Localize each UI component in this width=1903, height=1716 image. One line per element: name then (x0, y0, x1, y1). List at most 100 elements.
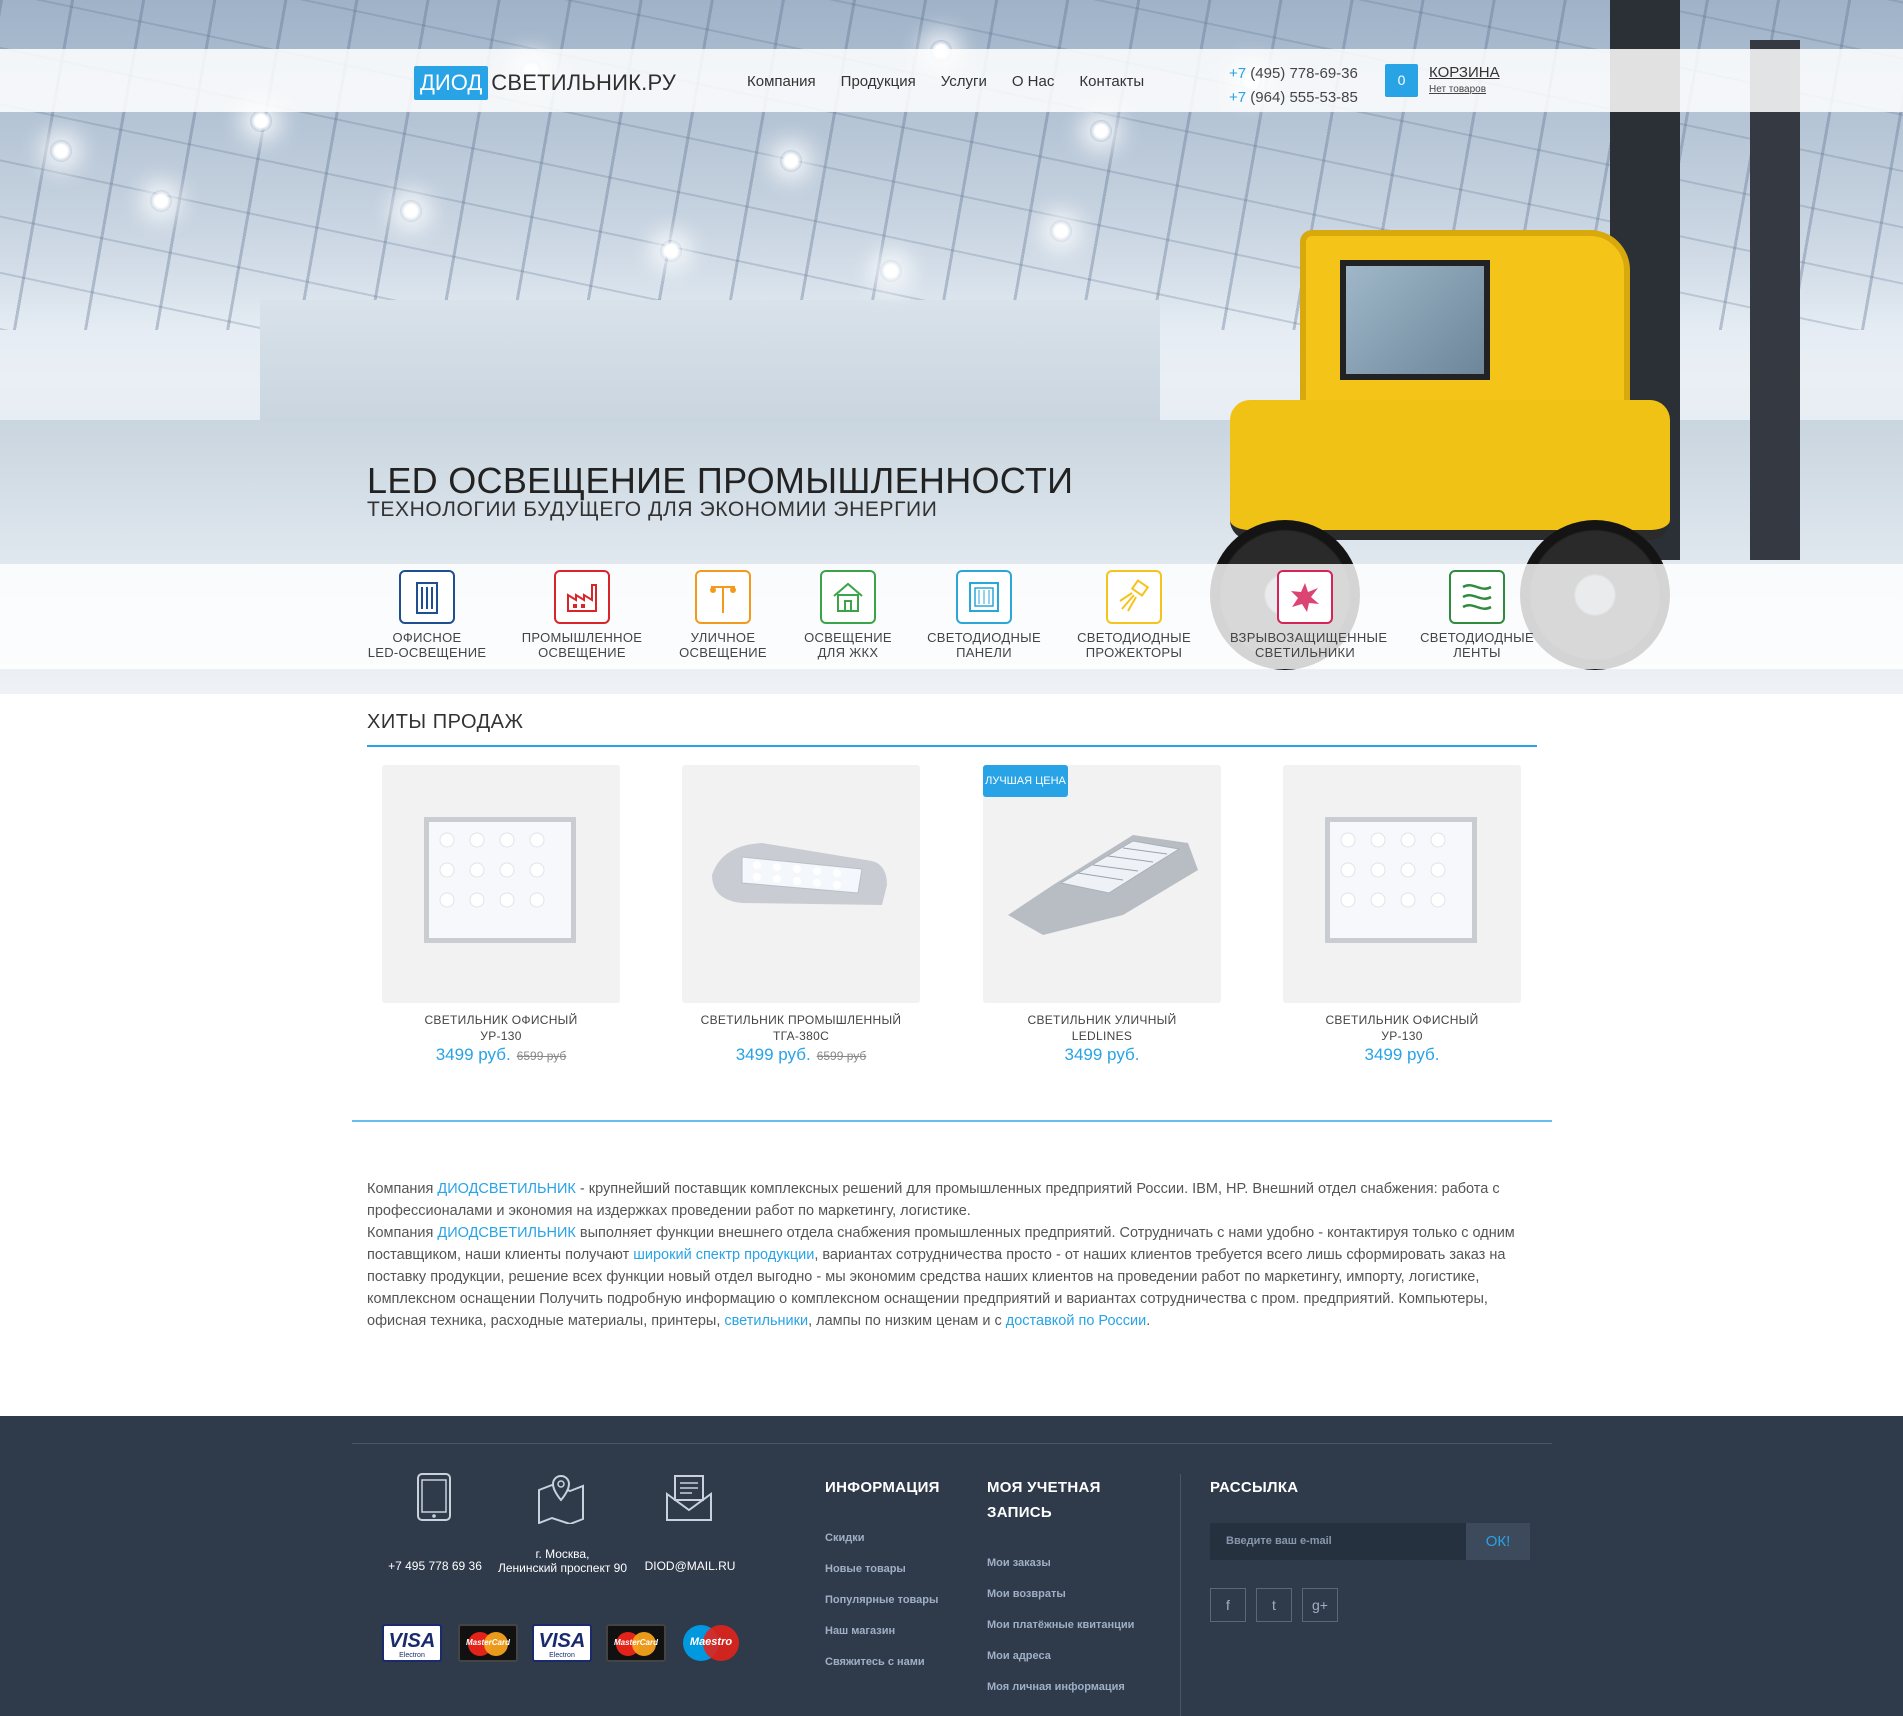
category-label: ВЗРЫВОЗАЩИЩЕННЫЕ СВЕТИЛЬНИКИ (1230, 630, 1388, 660)
category-strips[interactable]: СВЕТОДИОДНЫЕ ЛЕНТЫ (1402, 570, 1552, 660)
newsletter-email-input[interactable]: Введите ваш e-mail (1210, 1523, 1466, 1560)
category-label: ОСВЕЩЕНИЕ ДЛЯ ЖКХ (804, 630, 892, 660)
cart-link[interactable]: КОРЗИНА (1429, 64, 1500, 81)
led-strip-icon (1449, 570, 1505, 624)
nav-company[interactable]: Компания (747, 72, 816, 92)
footer-divider (352, 1443, 1552, 1444)
house-icon (820, 570, 876, 624)
logo-text: СВЕТИЛЬНИК.РУ (491, 70, 677, 95)
product-name[interactable]: СВЕТИЛЬНИК ПРОМЫШЛЕННЫЙ ТГА-380С (682, 1012, 920, 1044)
old-price: 6599 руб (816, 1049, 867, 1063)
hero-subtitle: ТЕХНОЛОГИИ БУДУЩЕГО ДЛЯ ЭКОНОМИИ ЭНЕРГИИ (367, 498, 938, 521)
category-label: ПРОМЫШЛЕННОЕ ОСВЕЩЕНИЕ (521, 630, 643, 660)
visa-electron-logo: VISA Electron (382, 1624, 442, 1662)
ceiling-light (150, 190, 172, 212)
google-plus-icon[interactable]: g+ (1302, 1588, 1338, 1622)
category-label: СВЕТОДИОДНЫЕ ПРОЖЕКТОРЫ (1077, 630, 1191, 660)
footer-address: г. Москва, Ленинский проспект 90 (497, 1547, 628, 1575)
floodlight-icon (1106, 570, 1162, 624)
mastercard-logo: MasterCard (606, 1624, 666, 1662)
product-image (712, 843, 887, 905)
best-price-badge: ЛУЧШАЯ ЦЕНА (983, 765, 1068, 797)
footer-phone[interactable]: +7 495 778 69 36 (380, 1559, 490, 1573)
account-heading: МОЯ УЧЕТНАЯ ЗАПИСЬ (987, 1479, 1101, 1521)
explosion-icon (1277, 570, 1333, 624)
hero-title: LED ОСВЕЩЕНИЕ ПРОМЫШЛЕННОСТИ (367, 460, 1074, 501)
tablet-icon (417, 1473, 451, 1521)
ceiling-light (660, 240, 682, 262)
category-housing[interactable]: ОСВЕЩЕНИЕ ДЛЯ ЖКХ (773, 570, 923, 660)
nav-about[interactable]: О Нас (1012, 72, 1055, 92)
category-industrial[interactable]: ПРОМЫШЛЕННОЕ ОСВЕЩЕНИЕ (507, 570, 657, 660)
map-pin-icon (538, 1474, 584, 1524)
ceiling-light (250, 110, 272, 132)
hall-wall-image (260, 300, 1160, 440)
footer-email[interactable]: DIOD@MAIL.RU (640, 1559, 740, 1573)
category-panels[interactable]: СВЕТОДИОДНЫЕ ПАНЕЛИ (909, 570, 1059, 660)
product-card[interactable] (1283, 765, 1521, 1003)
product-price: 3499 руб. (1064, 1045, 1140, 1064)
twitter-icon[interactable]: t (1256, 1588, 1292, 1622)
category-label: СВЕТОДИОДНЫЕ ЛЕНТЫ (1420, 630, 1534, 660)
logo-box: ДИОД (414, 66, 489, 100)
ceiling-light (780, 150, 802, 172)
footer-vertical-divider (1180, 1474, 1181, 1716)
product-name[interactable]: СВЕТИЛЬНИК ОФИСНЫЙ УР-130 (382, 1012, 620, 1044)
section-divider (352, 1120, 1552, 1122)
footer-link-personal[interactable]: Моя личная информация (987, 1681, 1125, 1693)
lamps-link[interactable]: светильники (724, 1313, 808, 1329)
nav-products[interactable]: Продукция (841, 72, 916, 92)
footer-link-discounts[interactable]: Скидки (825, 1532, 864, 1544)
phone-2[interactable]: +7 (964) 555-53-85 (1229, 86, 1358, 110)
cart-status[interactable]: Нет товаров (1429, 84, 1486, 95)
mail-icon (666, 1475, 712, 1521)
product-card[interactable] (382, 765, 620, 1003)
footer (0, 1416, 1903, 1716)
old-price: 6599 руб (516, 1049, 567, 1063)
phone-1[interactable]: +7 (495) 778-69-36 (1229, 62, 1358, 86)
category-floodlights[interactable]: СВЕТОДИОДНЫЕ ПРОЖЕКТОРЫ (1059, 570, 1209, 660)
cart-count-badge[interactable]: 0 (1385, 64, 1418, 97)
delivery-link[interactable]: доставкой по России (1006, 1313, 1146, 1329)
product-price: 3499 руб. 6599 руб (435, 1045, 567, 1064)
mastercard-logo: MasterCard (458, 1624, 518, 1662)
office-building-icon (399, 570, 455, 624)
product-range-link[interactable]: широкий спектр продукции (633, 1247, 814, 1263)
footer-link-shop[interactable]: Наш магазин (825, 1625, 895, 1637)
facebook-icon[interactable]: f (1210, 1588, 1246, 1622)
site-logo[interactable]: ДИОД СВЕТИЛЬНИК.РУ (414, 66, 676, 100)
product-image (1325, 817, 1477, 943)
footer-link-popular[interactable]: Популярные товары (825, 1594, 938, 1606)
product-name[interactable]: СВЕТИЛЬНИК ОФИСНЫЙ УР-130 (1283, 1012, 1521, 1044)
product-card[interactable] (682, 765, 920, 1003)
newsletter-submit-button[interactable]: ОК! (1466, 1523, 1530, 1560)
footer-link-addresses[interactable]: Мои адреса (987, 1650, 1051, 1662)
category-office[interactable]: ОФИСНОЕ LED-ОСВЕЩЕНИЕ (352, 570, 502, 660)
nav-contacts[interactable]: Контакты (1079, 72, 1144, 92)
header-phones: +7 (495) 778-69-36 +7 (964) 555-53-85 (1229, 62, 1358, 110)
visa-electron-logo: VISA Electron (532, 1624, 592, 1662)
info-heading: ИНФОРМАЦИЯ (825, 1479, 940, 1496)
footer-link-new[interactable]: Новые товары (825, 1563, 906, 1575)
company-link[interactable]: ДИОДСВЕТИЛЬНИК (437, 1181, 576, 1197)
product-name[interactable]: СВЕТИЛЬНИК УЛИЧНЫЙ LEDLINES (983, 1012, 1221, 1044)
about-paragraph-2: Компания ДИОДСВЕТИЛЬНИК выполняет функци… (367, 1225, 1515, 1329)
footer-link-orders[interactable]: Мои заказы (987, 1557, 1051, 1569)
led-panel-icon (956, 570, 1012, 624)
newsletter-heading: РАССЫЛКА (1210, 1479, 1299, 1496)
ceiling-light (1050, 220, 1072, 242)
nav-services[interactable]: Услуги (941, 72, 987, 92)
footer-link-receipts[interactable]: Мои платёжные квитанции (987, 1619, 1134, 1631)
product-price: 3499 руб. 6599 руб (735, 1045, 867, 1064)
footer-link-returns[interactable]: Мои возвраты (987, 1588, 1066, 1600)
maestro-logo: Maestro (681, 1624, 741, 1662)
ceiling-light (880, 260, 902, 282)
footer-link-contact[interactable]: Свяжитесь с нами (825, 1656, 925, 1668)
product-card[interactable] (983, 765, 1221, 1003)
about-paragraph-1: Компания ДИОДСВЕТИЛЬНИК - крупнейший пос… (367, 1181, 1500, 1219)
main-nav: Компания Продукция Услуги О Нас Контакты (747, 72, 1169, 92)
category-explosion-proof[interactable]: ВЗРЫВОЗАЩИЩЕННЫЕ СВЕТИЛЬНИКИ (1230, 570, 1388, 660)
company-link[interactable]: ДИОДСВЕТИЛЬНИК (437, 1225, 576, 1241)
factory-icon (554, 570, 610, 624)
hits-divider (367, 745, 1537, 747)
